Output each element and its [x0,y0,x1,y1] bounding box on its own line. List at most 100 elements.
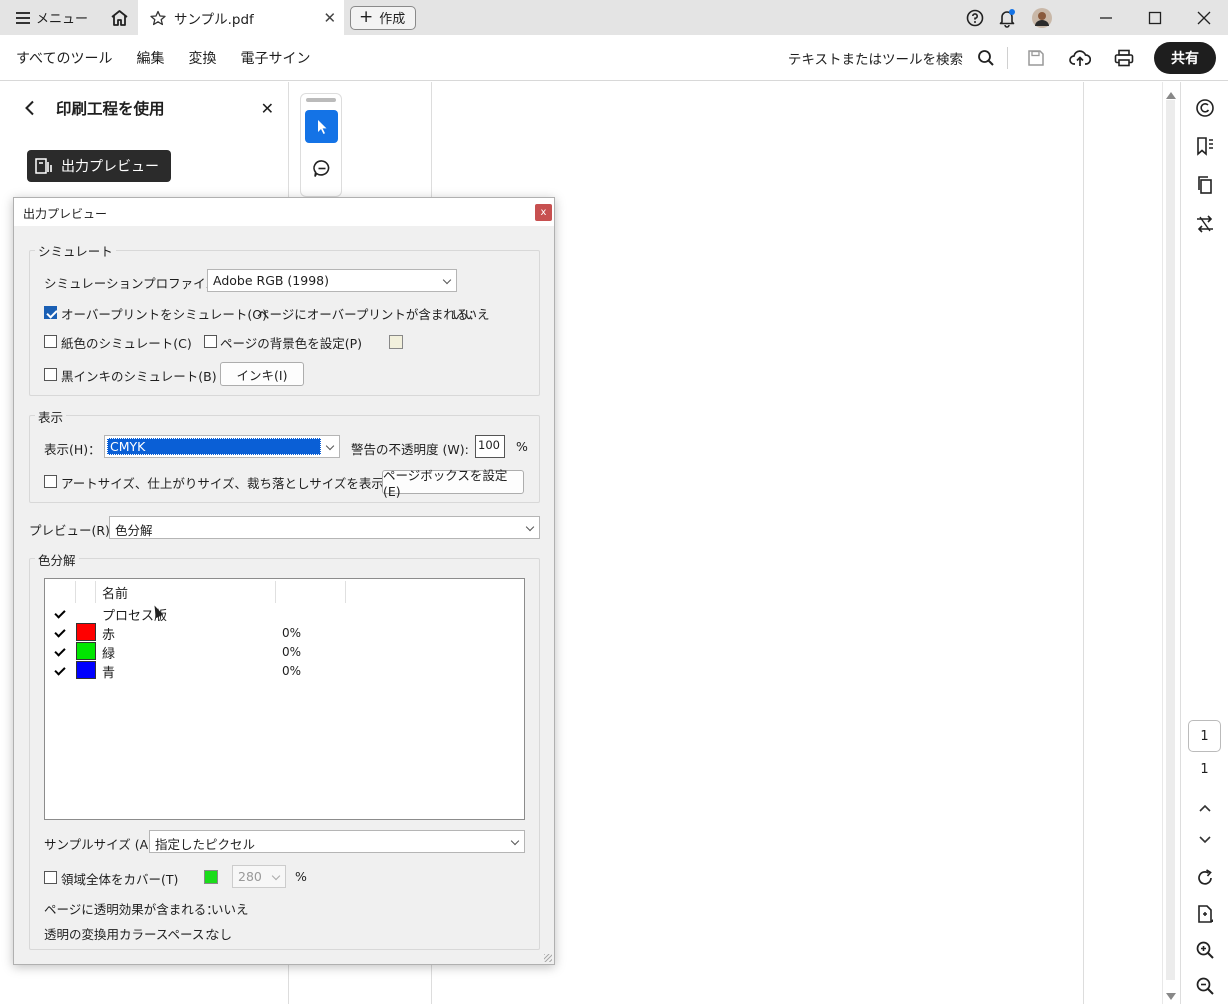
scroll-up-arrow-icon[interactable] [1166,92,1176,99]
simulate-overprint-checkbox[interactable] [44,306,57,319]
help-button[interactable] [959,0,991,35]
output-preview-button[interactable]: 出力プレビュー [27,150,171,182]
next-page-button[interactable] [1193,828,1217,852]
black-ink-checkbox[interactable] [44,368,57,381]
cover-value: 280 [238,869,262,884]
cursor-arrow-icon [317,119,326,134]
red-plate-checkbox[interactable] [52,625,65,638]
cover-percent: % [295,869,307,884]
zoom-in-icon [1196,941,1214,959]
art-size-checkbox[interactable] [44,475,57,488]
menu-button[interactable]: メニュー [0,0,100,35]
output-preview-dialog: 出力プレビュー x シミュレート シミュレーションプロファイル(S)： Adob… [13,197,555,965]
display-group-label: 表示 [35,407,67,426]
search-button[interactable] [973,38,999,78]
bg-color-swatch[interactable] [389,335,403,349]
output-preview-icon [35,158,52,174]
page-total: 1 [1200,762,1209,777]
select-tool-button[interactable] [305,110,338,143]
cover-area-label: 領域全体をカバー(T) [61,872,179,887]
cloud-upload-icon [1069,50,1091,66]
bg-color-checkbox[interactable] [204,335,217,348]
rotate-button[interactable] [1193,866,1217,890]
comment-icon [312,159,329,177]
home-icon [110,9,128,26]
resize-grip[interactable] [544,954,552,962]
notifications-button[interactable] [991,0,1023,35]
blend-space-label: 透明の変換用カラースペース： [44,927,217,942]
maximize-button[interactable] [1130,0,1179,35]
menu-all-tools[interactable]: すべてのツール [0,48,126,68]
process-plate-checkbox[interactable] [52,606,65,619]
paper-color-checkbox[interactable] [44,335,57,348]
left-panel-close-icon[interactable]: ✕ [261,99,274,118]
back-arrow-icon[interactable] [24,100,36,116]
cover-color-swatch[interactable] [204,870,218,884]
tab-sample-pdf[interactable]: サンプル.pdf ✕ [138,0,345,35]
page-number-input[interactable]: 1 [1188,720,1221,752]
sample-size-value: 指定したピクセル [155,837,256,852]
column-header-name[interactable]: 名前 [102,583,128,602]
vertical-scrollbar[interactable] [1162,82,1179,1004]
save-button[interactable] [1016,38,1056,78]
cover-value-select[interactable]: 280 [232,865,286,888]
menu-edit[interactable]: 編集 [126,48,178,68]
left-panel-header: 印刷工程を使用 ✕ [24,96,274,120]
compare-button[interactable] [1193,212,1217,236]
tool-search-label[interactable]: テキストまたはツールを検索 [788,48,963,68]
preview-select[interactable]: 色分解 [109,516,540,539]
paper-color-label: 紙色のシミュレート(C) [61,336,192,351]
star-icon[interactable] [150,10,166,26]
ai-assistant-button[interactable] [1193,96,1217,120]
warn-opacity-input[interactable]: 100 [475,435,505,458]
upload-button[interactable] [1060,38,1100,78]
chevron-up-icon [1199,804,1211,812]
dialog-title-bar[interactable]: 出力プレビュー x [14,198,554,226]
print-button[interactable] [1104,38,1144,78]
account-avatar[interactable] [1023,0,1061,35]
preview-value: 色分解 [115,523,153,538]
separations-list[interactable]: 名前 プロセス版 赤 0% 緑 0% 青 0% [44,578,525,820]
ink-button[interactable]: インキ(I) [220,362,304,386]
pages-button[interactable] [1193,173,1217,197]
rotate-icon [1198,869,1212,885]
pages-icon [1198,176,1212,194]
zoom-out-icon [1196,977,1214,995]
menu-e-sign[interactable]: 電子サイン [230,48,324,68]
drag-handle[interactable] [306,98,336,102]
bg-color-label: ページの背景色を設定(P) [220,336,363,351]
cover-area-checkbox[interactable] [44,871,57,884]
minimize-button[interactable] [1081,0,1130,35]
list-item-percent: 0% [282,626,302,640]
create-button[interactable]: + 作成 [350,5,417,30]
show-select[interactable]: CMYK [104,435,340,458]
blue-plate-checkbox[interactable] [52,663,65,676]
previous-page-button[interactable] [1193,796,1217,820]
comment-tool-button[interactable] [305,152,338,185]
sample-size-select[interactable]: 指定したピクセル [149,830,525,853]
home-button[interactable] [100,0,138,35]
simulation-profile-select[interactable]: Adobe RGB (1998) [207,269,457,292]
zoom-out-button[interactable] [1193,974,1217,998]
green-plate-checkbox[interactable] [52,644,65,657]
help-icon [966,9,984,26]
page-tools-button[interactable] [1193,902,1217,926]
show-label: 表示(H)： [44,442,101,457]
list-item-percent: 0% [282,664,302,678]
page-box-button[interactable]: ページボックスを設定(E) [382,468,524,499]
save-icon [1028,50,1044,66]
chevron-down-icon [510,836,520,846]
menu-convert[interactable]: 変換 [178,48,230,68]
scroll-thumb[interactable] [1166,100,1175,980]
zoom-in-button[interactable] [1193,938,1217,962]
tab-close-icon[interactable]: ✕ [323,9,336,27]
chevron-down-icon [271,871,281,881]
list-item-name: 青 [102,666,116,681]
column-divider [75,581,76,603]
page-overprint-label: ページにオーバープリントが含まれる： [257,307,481,322]
bookmarks-button[interactable] [1193,134,1217,158]
dialog-close-button[interactable]: x [535,204,552,221]
share-button[interactable]: 共有 [1154,42,1216,74]
close-window-button[interactable] [1179,0,1228,35]
scroll-down-arrow-icon[interactable] [1166,993,1176,1000]
